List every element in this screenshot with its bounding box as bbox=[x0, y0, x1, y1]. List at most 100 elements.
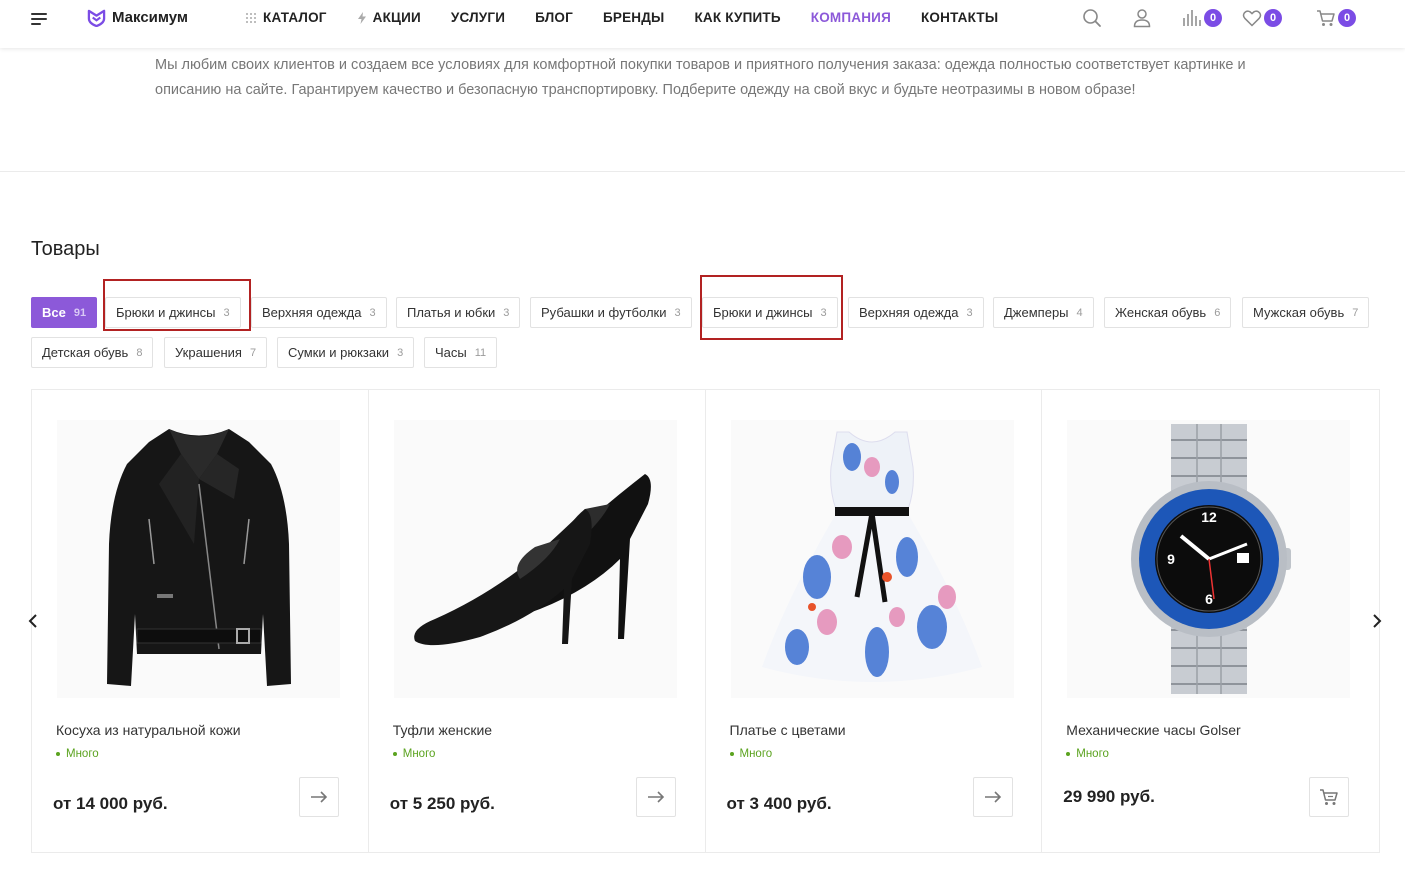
filter-chip-count: 8 bbox=[136, 346, 143, 359]
product-name[interactable]: Платье с цветами bbox=[730, 722, 846, 738]
filter-chip-pants-2[interactable]: Брюки и джинсы 3 bbox=[702, 297, 838, 328]
nav-how-to-buy[interactable]: КАК КУПИТЬ bbox=[694, 10, 780, 25]
watch-image: 12 9 6 bbox=[1130, 424, 1291, 694]
filter-chip-outerwear[interactable]: Верхняя одежда 3 bbox=[251, 297, 387, 328]
product-name[interactable]: Механические часы Golser bbox=[1066, 722, 1240, 738]
stock-status: Много bbox=[56, 748, 99, 760]
nav-brands[interactable]: БРЕНДЫ bbox=[603, 10, 665, 25]
filter-chip-outerwear-2[interactable]: Верхняя одежда 3 bbox=[848, 297, 984, 328]
chevron-left-icon bbox=[28, 614, 37, 628]
nav-services[interactable]: УСЛУГИ bbox=[451, 10, 505, 25]
nav-contacts[interactable]: КОНТАКТЫ bbox=[921, 10, 998, 25]
filter-chip-jumpers[interactable]: Джемперы 4 bbox=[993, 297, 1094, 328]
menu-icon[interactable] bbox=[31, 12, 49, 26]
compare-icon bbox=[1183, 10, 1201, 26]
svg-text:9: 9 bbox=[1167, 551, 1175, 567]
logo-icon bbox=[87, 9, 106, 27]
cart-button[interactable]: 0 bbox=[1316, 9, 1356, 27]
stock-label: Много bbox=[739, 748, 773, 760]
product-image[interactable]: 12 9 6 bbox=[1067, 420, 1351, 698]
filter-chip-count: 3 bbox=[503, 306, 510, 319]
nav-services-label: УСЛУГИ bbox=[450, 10, 506, 25]
site-header: Максимум КАТАЛОГ АКЦИИ УСЛУГИ БЛОГ БРЕНД… bbox=[0, 0, 1405, 48]
product-price: 29 990 руб. bbox=[1063, 787, 1155, 806]
stock-label: Много bbox=[402, 748, 436, 760]
details-button[interactable] bbox=[972, 777, 1013, 817]
product-name[interactable]: Косуха из натуральной кожи bbox=[56, 722, 241, 738]
compare-count-badge: 0 bbox=[1204, 9, 1222, 27]
nav-company[interactable]: КОМПАНИЯ bbox=[811, 10, 891, 25]
section-divider bbox=[0, 171, 1405, 172]
product-price: от 3 400 руб. bbox=[726, 794, 832, 813]
logo[interactable]: Максимум bbox=[87, 8, 188, 27]
filter-chip-count: 3 bbox=[223, 306, 230, 319]
product-image[interactable] bbox=[393, 420, 677, 698]
search-icon bbox=[1083, 9, 1101, 27]
logo-text: Максимум bbox=[112, 9, 189, 26]
floral-dress-image bbox=[762, 431, 982, 682]
product-card[interactable]: Платье с цветами Много от 3 400 руб. bbox=[706, 390, 1043, 852]
filter-chip-kids-shoes[interactable]: Детская обувь 8 bbox=[31, 337, 154, 368]
add-to-cart-button[interactable] bbox=[1309, 777, 1350, 817]
cart-icon bbox=[1317, 10, 1335, 26]
company-intro-text: Мы любим своих клиентов и создаем все ус… bbox=[155, 57, 1246, 98]
stock-status: Много bbox=[392, 748, 436, 760]
filter-chip-label: Платья и юбки bbox=[407, 305, 496, 320]
cart-count-badge: 0 bbox=[1338, 9, 1356, 27]
nav-brands-label: БРЕНДЫ bbox=[602, 10, 665, 25]
product-price: от 14 000 руб. bbox=[53, 794, 168, 813]
stock-dot-icon bbox=[56, 752, 60, 756]
product-card[interactable]: Косуха из натуральной кожи Много от 14 0… bbox=[32, 390, 369, 852]
arrow-right-icon bbox=[984, 791, 1001, 803]
filter-chip-all[interactable]: Все 91 bbox=[31, 297, 98, 328]
account-button[interactable] bbox=[1132, 8, 1152, 28]
filter-chip-label: Верхняя одежда bbox=[859, 305, 959, 320]
user-icon bbox=[1133, 9, 1151, 28]
details-button[interactable] bbox=[635, 777, 676, 817]
carousel-prev-button[interactable] bbox=[25, 612, 41, 630]
product-price: от 5 250 руб. bbox=[389, 794, 495, 813]
main-nav: КАТАЛОГ АКЦИИ УСЛУГИ БЛОГ БРЕНДЫ КАК КУП… bbox=[245, 10, 1028, 25]
filter-chip-count: 91 bbox=[73, 306, 87, 319]
carousel-next-button[interactable] bbox=[1369, 612, 1385, 630]
filter-chip-shirts[interactable]: Рубашки и футболки 3 bbox=[530, 297, 692, 328]
arrow-right-icon bbox=[311, 791, 328, 803]
grid-icon bbox=[246, 12, 256, 23]
filter-chip-count: 3 bbox=[369, 306, 376, 319]
nav-blog-label: БЛОГ bbox=[535, 10, 573, 25]
nav-sales-label: АКЦИИ bbox=[372, 10, 421, 25]
filter-chip-label: Верхняя одежда bbox=[262, 305, 362, 320]
filter-chip-label: Джемперы bbox=[1004, 305, 1069, 320]
stock-dot-icon bbox=[729, 752, 734, 756]
search-button[interactable] bbox=[1082, 8, 1102, 28]
filter-chip-bags[interactable]: Сумки и рюкзаки 3 bbox=[277, 337, 415, 368]
filter-chip-label: Женская обувь bbox=[1115, 305, 1207, 320]
svg-text:12: 12 bbox=[1201, 509, 1217, 525]
filter-chip-jewelry[interactable]: Украшения 7 bbox=[164, 337, 268, 368]
nav-sales[interactable]: АКЦИИ bbox=[357, 10, 421, 25]
product-card[interactable]: 12 9 6 Механические часы Golser Много 29 9… bbox=[1042, 390, 1379, 852]
filter-chip-count: 3 bbox=[966, 306, 973, 319]
filter-chip-label: Мужская обувь bbox=[1253, 305, 1345, 320]
filter-chip-dresses[interactable]: Платья и юбки 3 bbox=[396, 297, 521, 328]
filter-chip-mens-shoes[interactable]: Мужская обувь 7 bbox=[1242, 297, 1370, 328]
compare-button[interactable]: 0 bbox=[1182, 8, 1222, 28]
product-image[interactable] bbox=[57, 420, 340, 698]
stock-status: Много bbox=[729, 748, 773, 760]
product-card[interactable]: Туфли женские Много от 5 250 руб. bbox=[369, 390, 706, 852]
product-image[interactable] bbox=[730, 420, 1014, 698]
filter-chip-womens-shoes[interactable]: Женская обувь 6 bbox=[1104, 297, 1232, 328]
stock-dot-icon bbox=[392, 752, 397, 756]
stock-dot-icon bbox=[1066, 752, 1071, 756]
filter-chip-pants[interactable]: Брюки и джинсы 3 bbox=[105, 297, 241, 328]
nav-catalog[interactable]: КАТАЛОГ bbox=[245, 10, 327, 25]
filter-chip-count: 7 bbox=[249, 346, 257, 359]
cart-icon bbox=[1320, 789, 1338, 805]
favorites-button[interactable]: 0 bbox=[1242, 9, 1282, 27]
details-button[interactable] bbox=[299, 777, 339, 817]
leather-jacket-image bbox=[106, 429, 291, 686]
nav-blog[interactable]: БЛОГ bbox=[535, 10, 573, 25]
product-name[interactable]: Туфли женские bbox=[393, 722, 492, 738]
filter-chip-watches[interactable]: Часы 11 bbox=[424, 337, 498, 368]
nav-company-label: КОМПАНИЯ bbox=[810, 10, 891, 25]
